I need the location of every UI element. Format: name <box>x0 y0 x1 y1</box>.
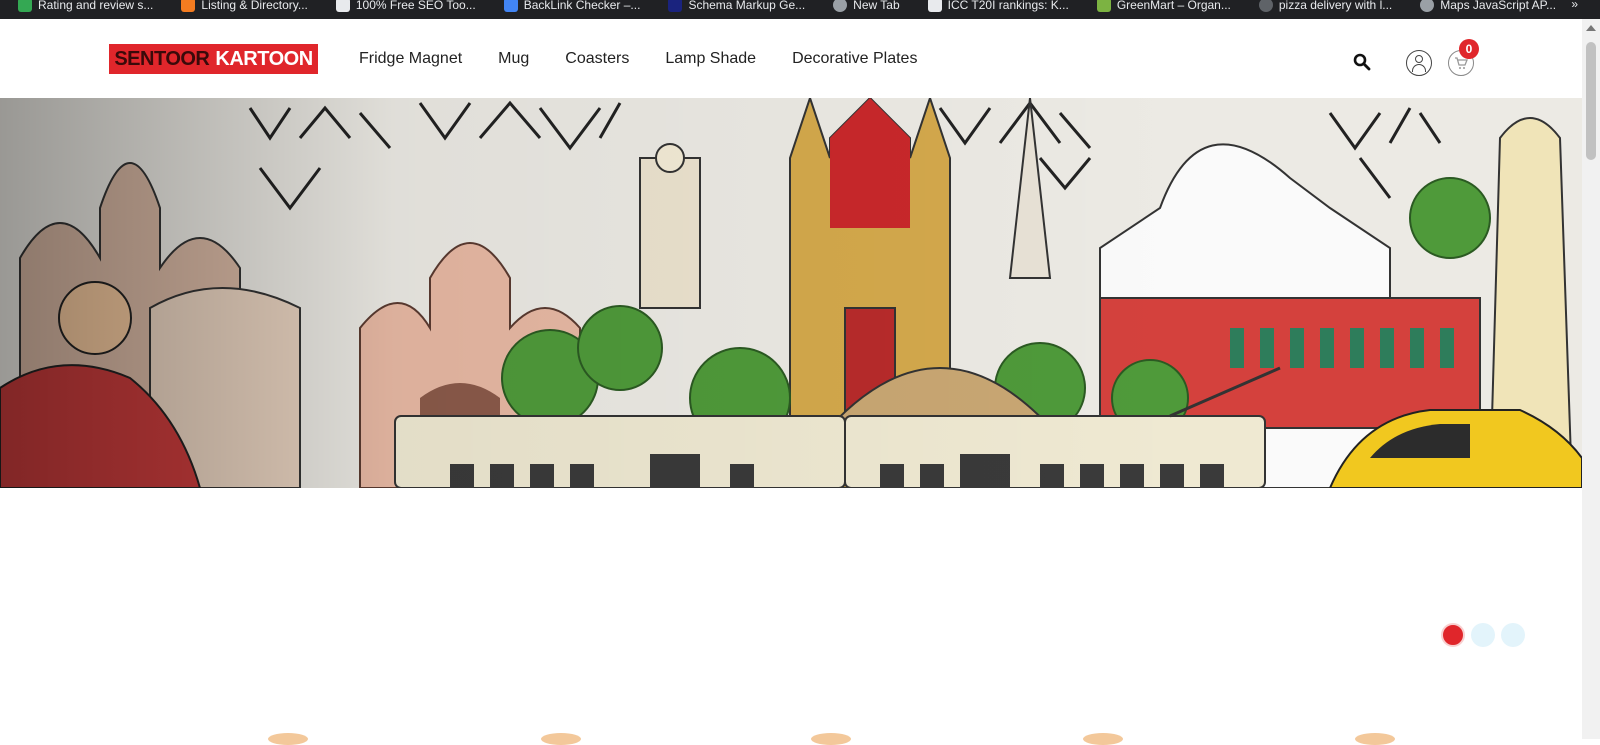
bookmark-item[interactable]: 100% Free SEO Too... <box>318 0 486 14</box>
page-scrollbar[interactable] <box>1582 19 1600 739</box>
nav-mug[interactable]: Mug <box>498 49 529 69</box>
bookmark-favicon-icon <box>927 0 942 12</box>
site-logo[interactable]: SENTOOR KARTOON <box>109 44 318 74</box>
bookmark-item[interactable]: ICC T20I rankings: K... <box>910 0 1079 14</box>
nav-lamp-shade[interactable]: Lamp Shade <box>665 49 756 69</box>
slider-dot-3[interactable] <box>1501 623 1525 647</box>
scroll-up-icon[interactable] <box>1586 25 1596 31</box>
bookmark-favicon-icon <box>335 0 350 12</box>
cart-count-badge: 0 <box>1459 39 1479 59</box>
nav-fridge-magnet[interactable]: Fridge Magnet <box>359 49 462 69</box>
main-nav: Fridge Magnet Mug Coasters Lamp Shade De… <box>359 49 953 69</box>
bookmarks-more-button[interactable]: » <box>1571 0 1578 11</box>
bookmark-item[interactable]: Rating and review s... <box>0 0 163 14</box>
bookmark-item[interactable]: Maps JavaScript AP... <box>1402 0 1566 14</box>
site-header: SENTOOR KARTOON Fridge Magnet Mug Coaster… <box>0 19 1582 98</box>
category-thumbnail[interactable] <box>541 733 581 745</box>
user-icon[interactable] <box>1406 50 1432 76</box>
bookmark-item[interactable]: pizza delivery with l... <box>1241 0 1402 14</box>
category-thumbnail[interactable] <box>1083 733 1123 745</box>
category-thumbnail[interactable] <box>268 733 308 745</box>
bookmark-item[interactable]: BackLink Checker –... <box>486 0 651 14</box>
bookmark-favicon-icon <box>503 0 518 12</box>
nav-coasters[interactable]: Coasters <box>565 49 629 69</box>
kolkata-landmarks-illustration <box>0 98 1582 488</box>
logo-text-part2: KARTOON <box>215 48 313 70</box>
bookmark-favicon-icon <box>1420 0 1435 12</box>
scrollbar-thumb[interactable] <box>1586 42 1596 160</box>
bookmark-favicon-icon <box>1258 0 1273 12</box>
category-thumbnail[interactable] <box>811 733 851 745</box>
logo-text-part1: SENTOOR <box>114 48 210 70</box>
nav-decorative-plates[interactable]: Decorative Plates <box>792 49 917 69</box>
slider-pagination <box>1441 623 1525 647</box>
slider-dot-1[interactable] <box>1441 623 1465 647</box>
bookmark-item[interactable]: GreenMart – Organ... <box>1079 0 1241 14</box>
bookmark-favicon-icon <box>668 0 683 12</box>
bookmark-favicon-icon <box>181 0 196 12</box>
bookmark-item[interactable]: New Tab <box>815 0 909 14</box>
bookmark-favicon-icon <box>833 0 848 12</box>
bookmark-item[interactable]: Schema Markup Ge... <box>650 0 815 14</box>
bookmark-favicon-icon <box>18 0 32 12</box>
hero-banner <box>0 98 1582 488</box>
search-icon[interactable] <box>1353 53 1371 71</box>
bookmarks-bar: Rating and review s... Listing & Directo… <box>0 0 1600 19</box>
bookmark-item[interactable]: Listing & Directory... <box>163 0 317 14</box>
category-thumbnail[interactable] <box>1355 733 1395 745</box>
slider-dot-2[interactable] <box>1471 623 1495 647</box>
bookmark-favicon-icon <box>1096 0 1111 12</box>
